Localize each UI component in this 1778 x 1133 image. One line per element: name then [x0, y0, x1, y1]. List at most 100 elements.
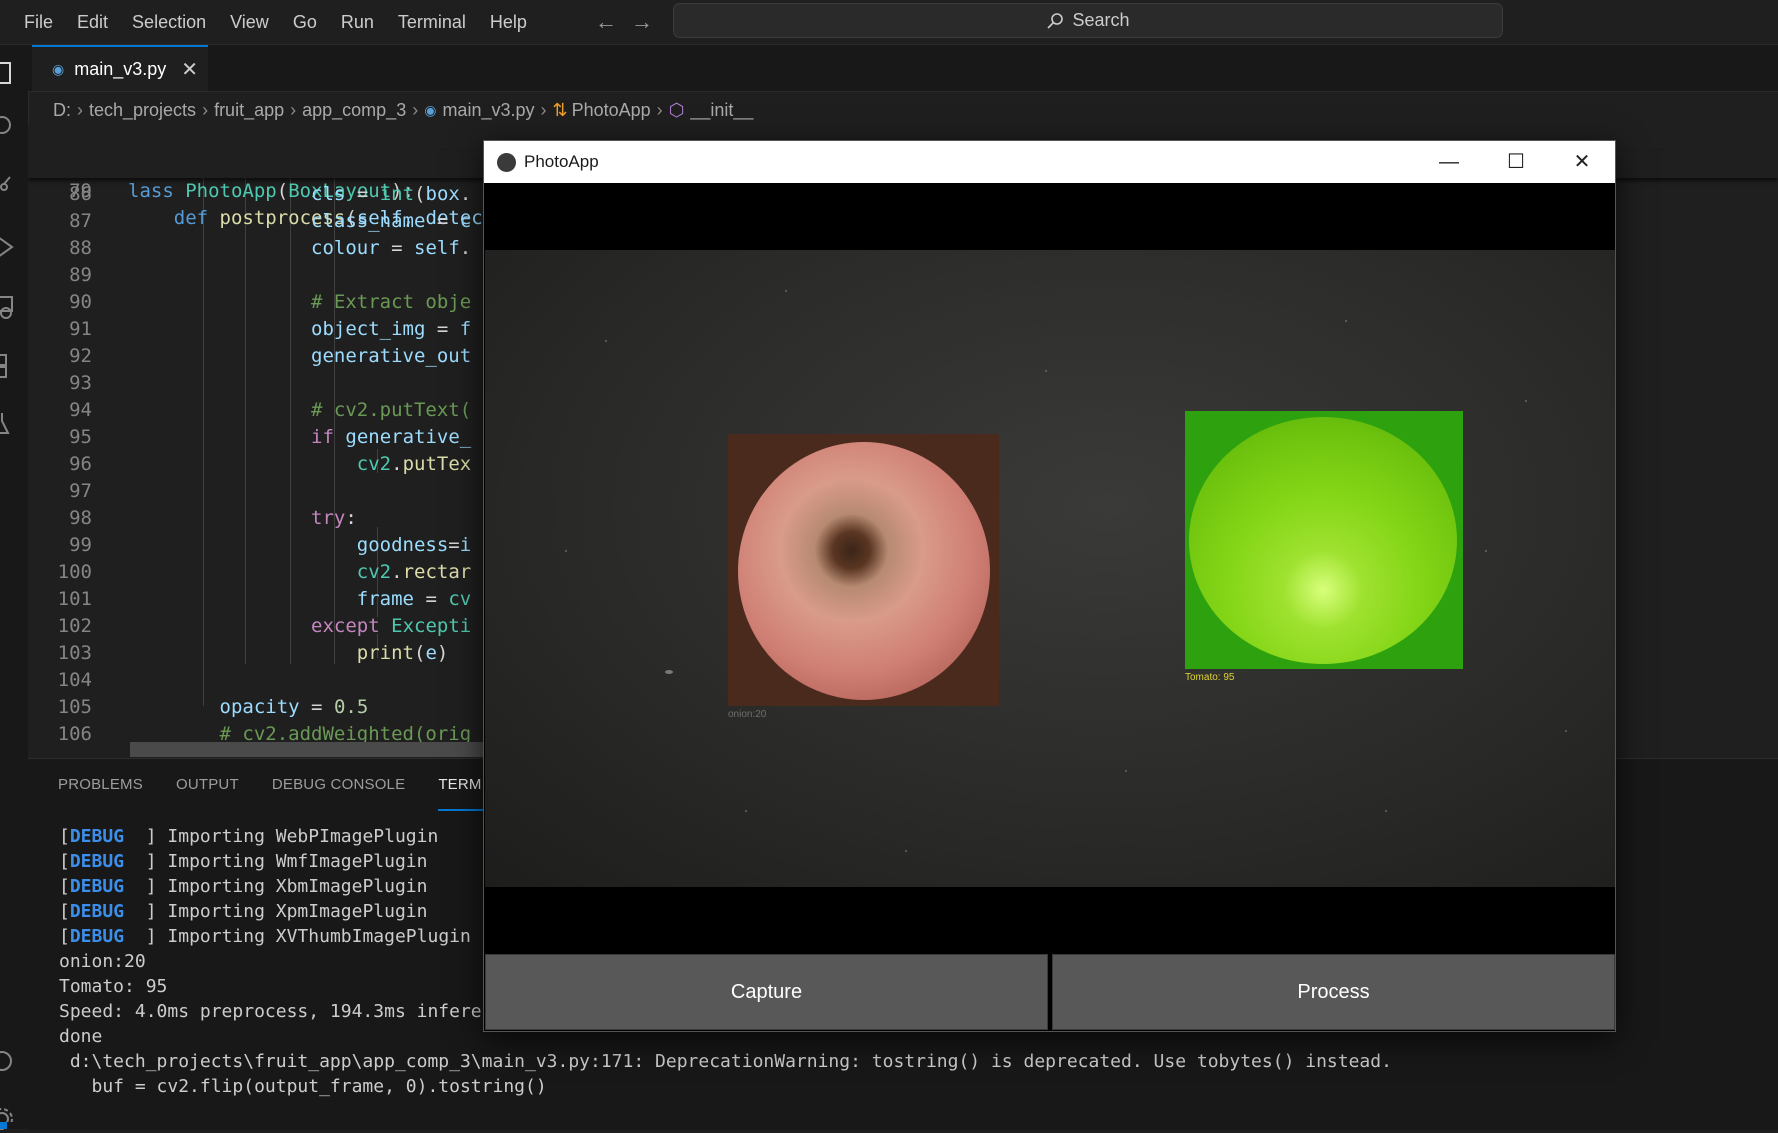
line-number: 106: [57, 723, 92, 745]
breadcrumb-folder[interactable]: fruit_app: [214, 100, 284, 121]
code-text: try:: [311, 507, 357, 529]
close-icon[interactable]: ✕: [181, 57, 198, 82]
explorer-icon[interactable]: [0, 59, 20, 87]
code-text: except Excepti: [311, 615, 472, 637]
line-number: 104: [57, 669, 92, 691]
line-number: 88: [69, 237, 92, 259]
terminal-line: onion:20: [59, 951, 146, 972]
camera-preview: onion:20 Tomato: 95: [485, 250, 1615, 887]
breadcrumb-folder[interactable]: tech_projects: [89, 100, 196, 121]
close-icon[interactable]: ✕: [1549, 141, 1615, 183]
line-number: 99: [69, 534, 92, 556]
line-number: 93: [69, 372, 92, 394]
menu-help[interactable]: Help: [478, 12, 539, 33]
source-control-icon[interactable]: [0, 173, 20, 201]
breadcrumb: D: › tech_projects › fruit_app › app_com…: [53, 96, 753, 124]
editor-tab-bar: ◉ main_v3.py ✕: [28, 45, 1778, 92]
breadcrumb-class[interactable]: PhotoApp: [572, 100, 651, 121]
python-file-icon: ◉: [424, 101, 437, 118]
detection-box-tomato: [1185, 411, 1463, 669]
terminal-line: buf = cv2.flip(output_frame, 0).tostring…: [59, 1076, 547, 1097]
chevron-right-icon: ›: [290, 99, 297, 120]
detection-label-onion: onion:20: [728, 709, 767, 720]
line-number: 105: [57, 696, 92, 718]
horizontal-scrollbar[interactable]: [130, 742, 510, 757]
code-text: cv2.putTex: [356, 453, 472, 475]
detection-box-onion: [728, 434, 999, 706]
tab-main-v3[interactable]: ◉ main_v3.py ✕: [32, 45, 208, 91]
remote-indicator[interactable]: [0, 1122, 7, 1129]
terminal-line: done: [59, 1026, 103, 1047]
method-symbol-icon: ⬡: [668, 99, 685, 120]
terminal-line: Tomato: 95: [59, 976, 168, 997]
menu-run[interactable]: Run: [329, 12, 386, 33]
tab-problems[interactable]: PROBLEMS: [58, 759, 143, 811]
detection-label-tomato: Tomato: 95: [1185, 672, 1235, 683]
photoapp-title-bar[interactable]: PhotoApp — ☐ ✕: [484, 141, 1615, 183]
tomato-image: [1189, 417, 1457, 664]
terminal-line: [DEBUG ] Importing XVThumbImagePlugin: [59, 926, 471, 947]
code-text: goodness=i: [356, 534, 472, 556]
panel-tabs: PROBLEMS OUTPUT DEBUG CONSOLE TERMINAL: [58, 759, 549, 811]
process-button[interactable]: Process: [1052, 954, 1615, 1030]
line-number: 95: [69, 426, 92, 448]
tab-output[interactable]: OUTPUT: [176, 759, 239, 811]
menu-bar: File Edit Selection View Go Run Terminal…: [12, 0, 539, 44]
run-debug-icon[interactable]: [0, 233, 20, 261]
menu-go[interactable]: Go: [281, 12, 329, 33]
onion-image: [738, 442, 990, 700]
menu-file[interactable]: File: [12, 12, 65, 33]
breadcrumb-drive[interactable]: D:: [53, 100, 71, 121]
photoapp-window: PhotoApp — ☐ ✕ onion:20 Tomato: 95 Captu…: [483, 140, 1616, 1032]
line-number: 100: [57, 561, 92, 583]
breadcrumb-method[interactable]: __init__: [690, 100, 753, 121]
tab-debug-console[interactable]: DEBUG CONSOLE: [272, 759, 405, 811]
chevron-right-icon: ›: [412, 99, 419, 120]
python-file-icon: ◉: [52, 60, 65, 77]
arrow-left-icon[interactable]: ←: [592, 8, 620, 36]
account-icon[interactable]: [0, 1047, 20, 1075]
breadcrumb-folder[interactable]: app_comp_3: [302, 100, 406, 121]
menu-edit[interactable]: Edit: [65, 12, 120, 33]
arrow-right-icon[interactable]: →: [628, 8, 656, 36]
search-icon: [1047, 12, 1064, 29]
capture-button[interactable]: Capture: [485, 954, 1048, 1030]
menu-terminal[interactable]: Terminal: [386, 12, 478, 33]
extensions-icon[interactable]: [0, 353, 20, 381]
menu-selection[interactable]: Selection: [120, 12, 218, 33]
code-text: class_name = c: [311, 210, 472, 232]
code-text: cv2.rectar: [356, 561, 472, 583]
status-bar: [0, 1122, 1778, 1129]
line-number: 90: [69, 291, 92, 313]
line-number: 96: [69, 453, 92, 475]
code-text: # Extract obje: [128, 291, 472, 313]
terminal-line: [DEBUG ] Importing WmfImagePlugin: [59, 851, 428, 872]
line-number: 92: [69, 345, 92, 367]
chevron-right-icon: ›: [202, 99, 209, 120]
activity-bar: [0, 45, 29, 1130]
line-number: 87: [69, 210, 92, 232]
breadcrumb-file[interactable]: main_v3.py: [442, 100, 534, 121]
terminal-line: d:\tech_projects\fruit_app\app_comp_3\ma…: [59, 1051, 1392, 1072]
maximize-icon[interactable]: ☐: [1483, 141, 1549, 183]
code-text: cls = int(box.: [311, 183, 472, 205]
testing-icon[interactable]: [0, 409, 20, 437]
class-symbol-icon: ⇅: [552, 99, 568, 120]
code-text: # cv2.putText(: [128, 399, 472, 421]
line-number: 86: [69, 183, 92, 205]
code-text: object_img = f: [311, 318, 472, 340]
search-icon[interactable]: [0, 113, 20, 141]
window-title: PhotoApp: [524, 152, 599, 171]
code-text: if generative_: [311, 426, 472, 448]
code-text: generative_out: [311, 345, 472, 367]
app-logo-icon: [497, 153, 516, 172]
title-bar: File Edit Selection View Go Run Terminal…: [0, 0, 1778, 45]
code-text: frame = cv: [356, 588, 472, 610]
menu-view[interactable]: View: [218, 12, 281, 33]
command-center-search[interactable]: Search: [673, 3, 1503, 38]
code-text: print(e): [356, 642, 449, 664]
remote-explorer-icon[interactable]: [0, 293, 20, 321]
line-number: 94: [69, 399, 92, 421]
line-number: 101: [57, 588, 92, 610]
minimize-icon[interactable]: —: [1416, 141, 1482, 183]
